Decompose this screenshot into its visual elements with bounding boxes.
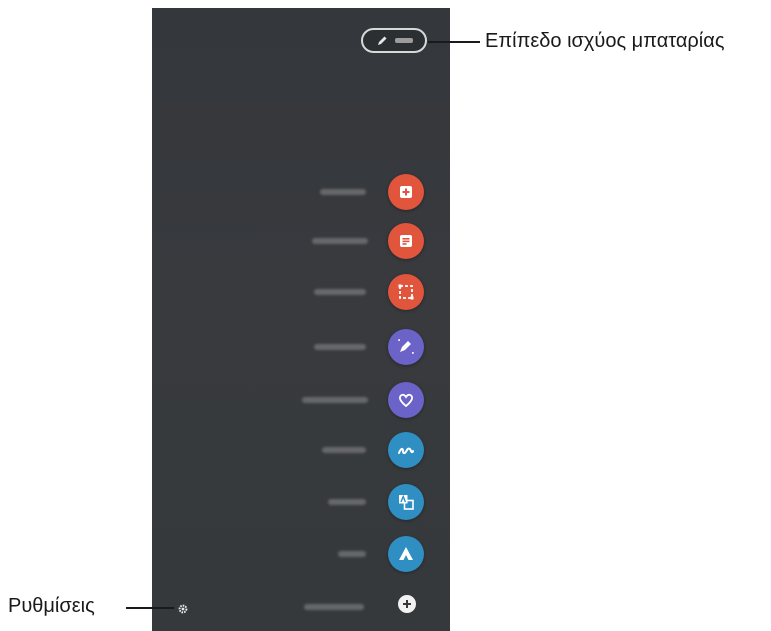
menu-item-screen-write[interactable]: [152, 329, 450, 365]
pen-icon: [377, 36, 386, 45]
pen-battery-indicator: [361, 28, 427, 53]
add-icon: [403, 600, 411, 608]
add-shortcut-button[interactable]: [398, 595, 416, 613]
menu-item-view-notes[interactable]: [152, 223, 450, 259]
screen-write-button[interactable]: [388, 329, 424, 365]
ar-doodle-icon: [398, 447, 414, 455]
menu-item-label: [328, 499, 366, 505]
menu-item-smart-select[interactable]: [152, 274, 450, 310]
menu-item-label: [338, 551, 366, 557]
air-command-panel: [152, 8, 450, 631]
menu-item-label: [314, 289, 366, 295]
bixby-vision-icon: [399, 547, 413, 560]
settings-callout-line: [126, 607, 174, 609]
menu-item-label: [302, 397, 368, 403]
live-message-button[interactable]: [388, 382, 424, 418]
menu-item-label: [320, 189, 366, 195]
battery-level-callout: Επίπεδο ισχύος μπαταρίας: [485, 30, 725, 52]
menu-item-translate[interactable]: [152, 484, 450, 520]
ar-doodle-button[interactable]: [388, 432, 424, 468]
menu-item-label: [312, 238, 368, 244]
translate-button[interactable]: [388, 484, 424, 520]
menu-item-ar-doodle[interactable]: [152, 432, 450, 468]
view-notes-button[interactable]: [388, 223, 424, 259]
menu-item-bixby-vision[interactable]: [152, 536, 450, 572]
smart-select-icon: [398, 284, 414, 300]
battery-callout-line: [428, 41, 480, 43]
view-notes-icon: [400, 235, 412, 247]
translate-icon: [399, 494, 414, 510]
menu-item-create-note[interactable]: [152, 174, 450, 210]
menu-item-label: [314, 344, 366, 350]
screen-write-icon: [398, 339, 414, 354]
add-shortcut-label: [304, 604, 364, 610]
menu-item-live-message[interactable]: [152, 382, 450, 418]
live-message-icon: [398, 393, 414, 408]
create-note-button[interactable]: [388, 174, 424, 210]
battery-level-bar: [394, 38, 413, 43]
bixby-vision-button[interactable]: [388, 536, 424, 572]
menu-item-label: [322, 447, 366, 453]
smart-select-button[interactable]: [388, 274, 424, 310]
settings-callout: Ρυθμίσεις: [8, 595, 95, 617]
settings-gear-icon[interactable]: [178, 604, 188, 614]
create-note-icon: [400, 186, 412, 198]
